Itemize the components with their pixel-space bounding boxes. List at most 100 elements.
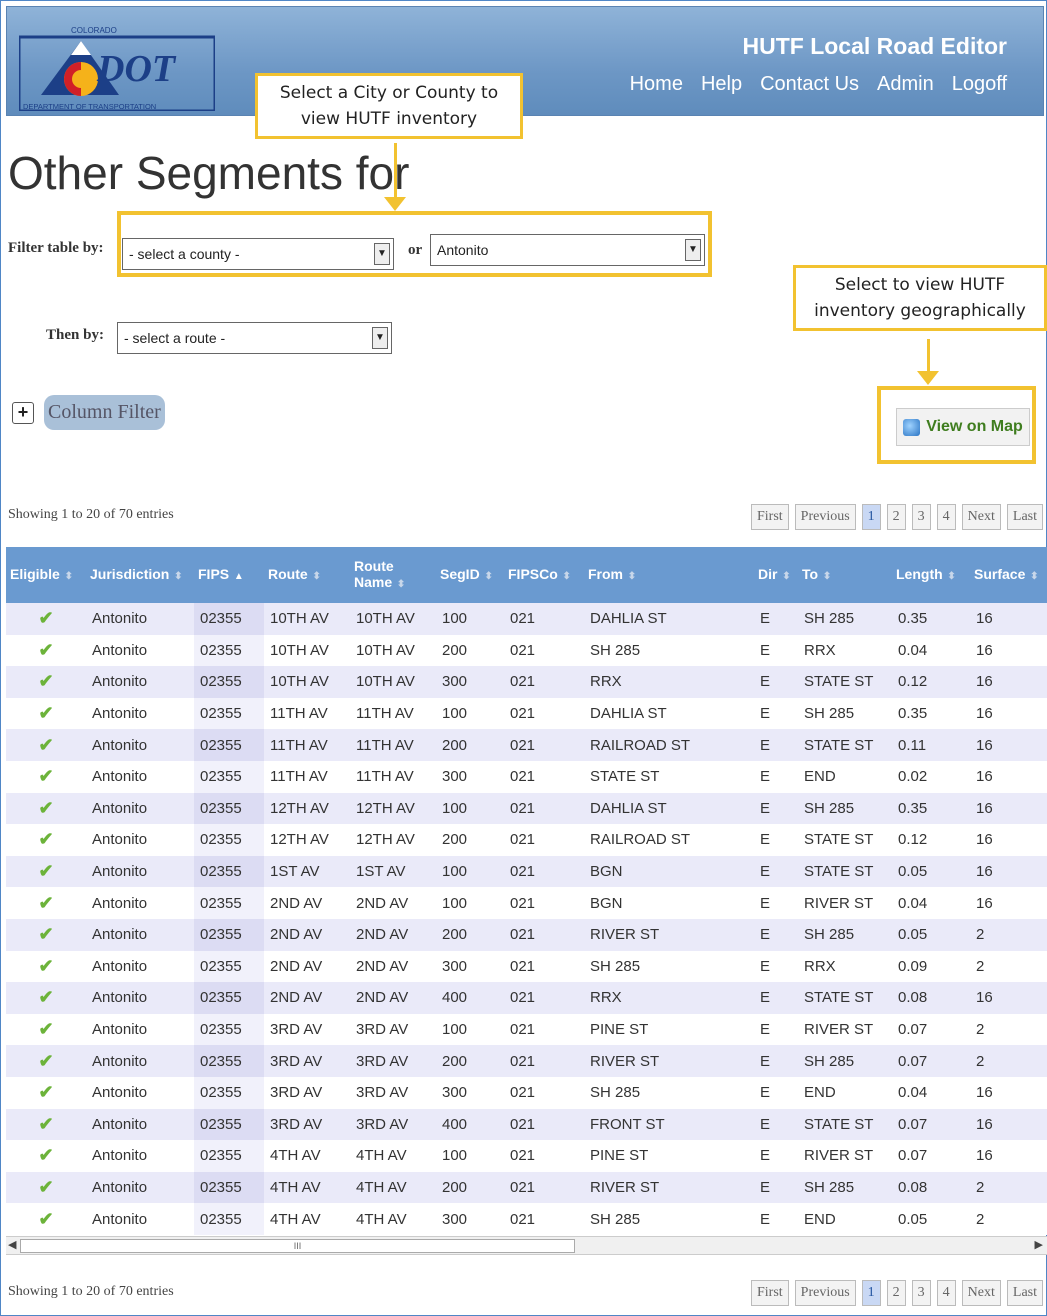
route-select[interactable]: - select a route - ▼ <box>117 322 392 354</box>
table-row[interactable]: ✔ Antonito 02355 10TH AV 10TH AV 100 021 DAHLIA… <box>6 603 1047 635</box>
column-header-jurisdiction[interactable]: Jurisdiction ⬍ <box>86 547 194 603</box>
pager-first[interactable]: First <box>750 504 789 530</box>
column-header-dir[interactable]: Dir ⬍ <box>754 547 798 603</box>
sort-icon[interactable]: ⬍ <box>394 579 405 590</box>
sort-asc-icon[interactable]: ▲ <box>231 571 244 582</box>
scroll-left-icon[interactable]: ◀ <box>8 1238 16 1251</box>
pager-page-3[interactable]: 3 <box>911 504 931 530</box>
pager-page-3[interactable]: 3 <box>911 1280 931 1306</box>
nav-logoff[interactable]: Logoff <box>952 73 1007 96</box>
pager-page-1[interactable]: 1 <box>861 1280 881 1306</box>
column-header-route[interactable]: Route ⬍ <box>264 547 350 603</box>
table-cell: 16 <box>970 666 1047 698</box>
column-header-eligible[interactable]: Eligible ⬍ <box>6 547 86 603</box>
nav-admin[interactable]: Admin <box>877 73 934 96</box>
sort-icon[interactable]: ⬍ <box>945 571 955 582</box>
table-cell: 16 <box>970 634 1047 667</box>
table-row[interactable]: ✔ Antonito 02355 3RD AV 3RD AV 100 021 PINE ST E… <box>6 1013 1047 1046</box>
column-header-length[interactable]: Length ⬍ <box>892 547 970 603</box>
sort-icon[interactable]: ⬍ <box>171 571 182 582</box>
nav-home[interactable]: Home <box>630 73 683 96</box>
pager-page-4[interactable]: 4 <box>936 504 956 530</box>
table-cell: 300 <box>436 760 504 793</box>
pager-page-2[interactable]: 2 <box>886 504 906 530</box>
chevron-down-icon[interactable]: ▼ <box>374 243 390 265</box>
table-row[interactable]: ✔ Antonito 02355 4TH AV 4TH AV 300 021 SH 285 E E… <box>6 1203 1047 1235</box>
cdot-logo[interactable]: DOT COLORADO DEPARTMENT OF TRANSPORTATIO… <box>19 23 215 111</box>
pager-next[interactable]: Next <box>961 1280 1001 1306</box>
sort-icon[interactable]: ⬍ <box>310 571 320 582</box>
segments-table-container: Eligible ⬍ Jurisdiction ⬍ FIPS ▲ Route ⬍ Rou… <box>6 547 1047 1235</box>
column-header-from[interactable]: From ⬍ <box>584 547 754 603</box>
eligible-check-icon: ✔ <box>6 855 86 888</box>
table-cell: 200 <box>436 1045 504 1077</box>
table-cell: DAHLIA ST <box>584 697 754 730</box>
pager-last[interactable]: Last <box>1006 504 1043 530</box>
table-row[interactable]: ✔ Antonito 02355 4TH AV 4TH AV 200 021 RIVER ST… <box>6 1171 1047 1204</box>
pager-previous[interactable]: Previous <box>794 1280 856 1306</box>
table-cell: E <box>754 792 798 825</box>
column-filter-toggle[interactable]: + Column Filter <box>12 395 165 430</box>
sort-icon[interactable]: ⬍ <box>560 571 571 582</box>
sort-icon[interactable]: ⬍ <box>482 571 492 582</box>
table-cell: 100 <box>436 887 504 919</box>
nav-contact-us[interactable]: Contact Us <box>760 73 859 96</box>
city-select[interactable]: Antonito ▼ <box>430 234 705 266</box>
table-cell: Antonito <box>86 1045 194 1077</box>
column-header-surface[interactable]: Surface ⬍ <box>970 547 1047 603</box>
pager-page-2[interactable]: 2 <box>886 1280 906 1306</box>
table-row[interactable]: ✔ Antonito 02355 3RD AV 3RD AV 200 021 RIVER ST… <box>6 1045 1047 1077</box>
eligible-check-icon: ✔ <box>6 792 86 825</box>
table-row[interactable]: ✔ Antonito 02355 11TH AV 11TH AV 300 021 STATE … <box>6 760 1047 793</box>
table-cell: RRX <box>798 634 892 667</box>
scroll-right-icon[interactable]: ▶ <box>1035 1238 1043 1251</box>
plus-icon[interactable]: + <box>12 401 34 424</box>
table-cell: E <box>754 1140 798 1172</box>
table-row[interactable]: ✔ Antonito 02355 4TH AV 4TH AV 100 021 PINE ST E… <box>6 1140 1047 1172</box>
table-row[interactable]: ✔ Antonito 02355 11TH AV 11TH AV 200 021 RAILRO… <box>6 729 1047 761</box>
table-row[interactable]: ✔ Antonito 02355 12TH AV 12TH AV 100 021 DAHLIA… <box>6 792 1047 825</box>
scroll-thumb[interactable]: III <box>20 1239 575 1253</box>
sort-icon[interactable]: ⬍ <box>779 571 790 582</box>
column-header-fips[interactable]: FIPS ▲ <box>194 547 264 603</box>
nav-help[interactable]: Help <box>701 73 742 96</box>
column-filter-button[interactable]: Column Filter <box>44 395 165 430</box>
pager-last[interactable]: Last <box>1006 1280 1043 1306</box>
table-row[interactable]: ✔ Antonito 02355 10TH AV 10TH AV 300 021 RRX E ST… <box>6 666 1047 698</box>
table-row[interactable]: ✔ Antonito 02355 3RD AV 3RD AV 300 021 SH 285 E E… <box>6 1076 1047 1109</box>
sort-icon[interactable]: ⬍ <box>1027 571 1038 582</box>
table-row[interactable]: ✔ Antonito 02355 2ND AV 2ND AV 300 021 SH 285 E R… <box>6 950 1047 983</box>
column-header-segid[interactable]: SegID ⬍ <box>436 547 504 603</box>
chevron-down-icon[interactable]: ▼ <box>685 239 701 261</box>
pager-page-4[interactable]: 4 <box>936 1280 956 1306</box>
column-header-to[interactable]: To ⬍ <box>798 547 892 603</box>
view-on-map-button[interactable]: View on Map <box>896 408 1030 446</box>
table-row[interactable]: ✔ Antonito 02355 12TH AV 12TH AV 200 021 RAILRO… <box>6 824 1047 856</box>
table-cell: Antonito <box>86 634 194 667</box>
sort-icon[interactable]: ⬍ <box>62 571 73 582</box>
table-cell: PINE ST <box>584 1013 754 1046</box>
table-row[interactable]: ✔ Antonito 02355 2ND AV 2ND AV 400 021 RRX E STAT… <box>6 982 1047 1014</box>
callout-select-city-county: Select a City or County to view HUTF inv… <box>255 73 523 139</box>
county-select[interactable]: - select a county - ▼ <box>122 238 394 270</box>
table-row[interactable]: ✔ Antonito 02355 11TH AV 11TH AV 100 021 DAHLIA… <box>6 697 1047 730</box>
horizontal-scrollbar[interactable]: ◀ III ▶ <box>6 1236 1047 1255</box>
table-row[interactable]: ✔ Antonito 02355 3RD AV 3RD AV 400 021 FRONT ST… <box>6 1108 1047 1141</box>
chevron-down-icon[interactable]: ▼ <box>372 327 388 349</box>
sort-icon[interactable]: ⬍ <box>820 571 831 582</box>
pager-previous[interactable]: Previous <box>794 504 856 530</box>
column-header-label: FIPS <box>198 565 230 582</box>
table-cell: STATE ST <box>798 1108 892 1141</box>
entries-info-top: Showing 1 to 20 of 70 entries <box>8 507 174 522</box>
pager-page-1[interactable]: 1 <box>861 504 881 530</box>
table-row[interactable]: ✔ Antonito 02355 2ND AV 2ND AV 200 021 RIVER ST… <box>6 918 1047 951</box>
callout-view-map: Select to view HUTF inventory geographic… <box>793 265 1047 331</box>
pager-next[interactable]: Next <box>961 504 1001 530</box>
column-header-fipsco[interactable]: FIPSCo ⬍ <box>504 547 584 603</box>
table-row[interactable]: ✔ Antonito 02355 2ND AV 2ND AV 100 021 BGN E RIVE… <box>6 887 1047 919</box>
table-row[interactable]: ✔ Antonito 02355 1ST AV 1ST AV 100 021 BGN E STAT… <box>6 855 1047 888</box>
pager-first[interactable]: First <box>750 1280 789 1306</box>
sort-icon[interactable]: ⬍ <box>625 571 636 582</box>
table-row[interactable]: ✔ Antonito 02355 10TH AV 10TH AV 200 021 SH 285… <box>6 634 1047 667</box>
column-header-route-name[interactable]: Route Name ⬍ <box>350 547 436 603</box>
